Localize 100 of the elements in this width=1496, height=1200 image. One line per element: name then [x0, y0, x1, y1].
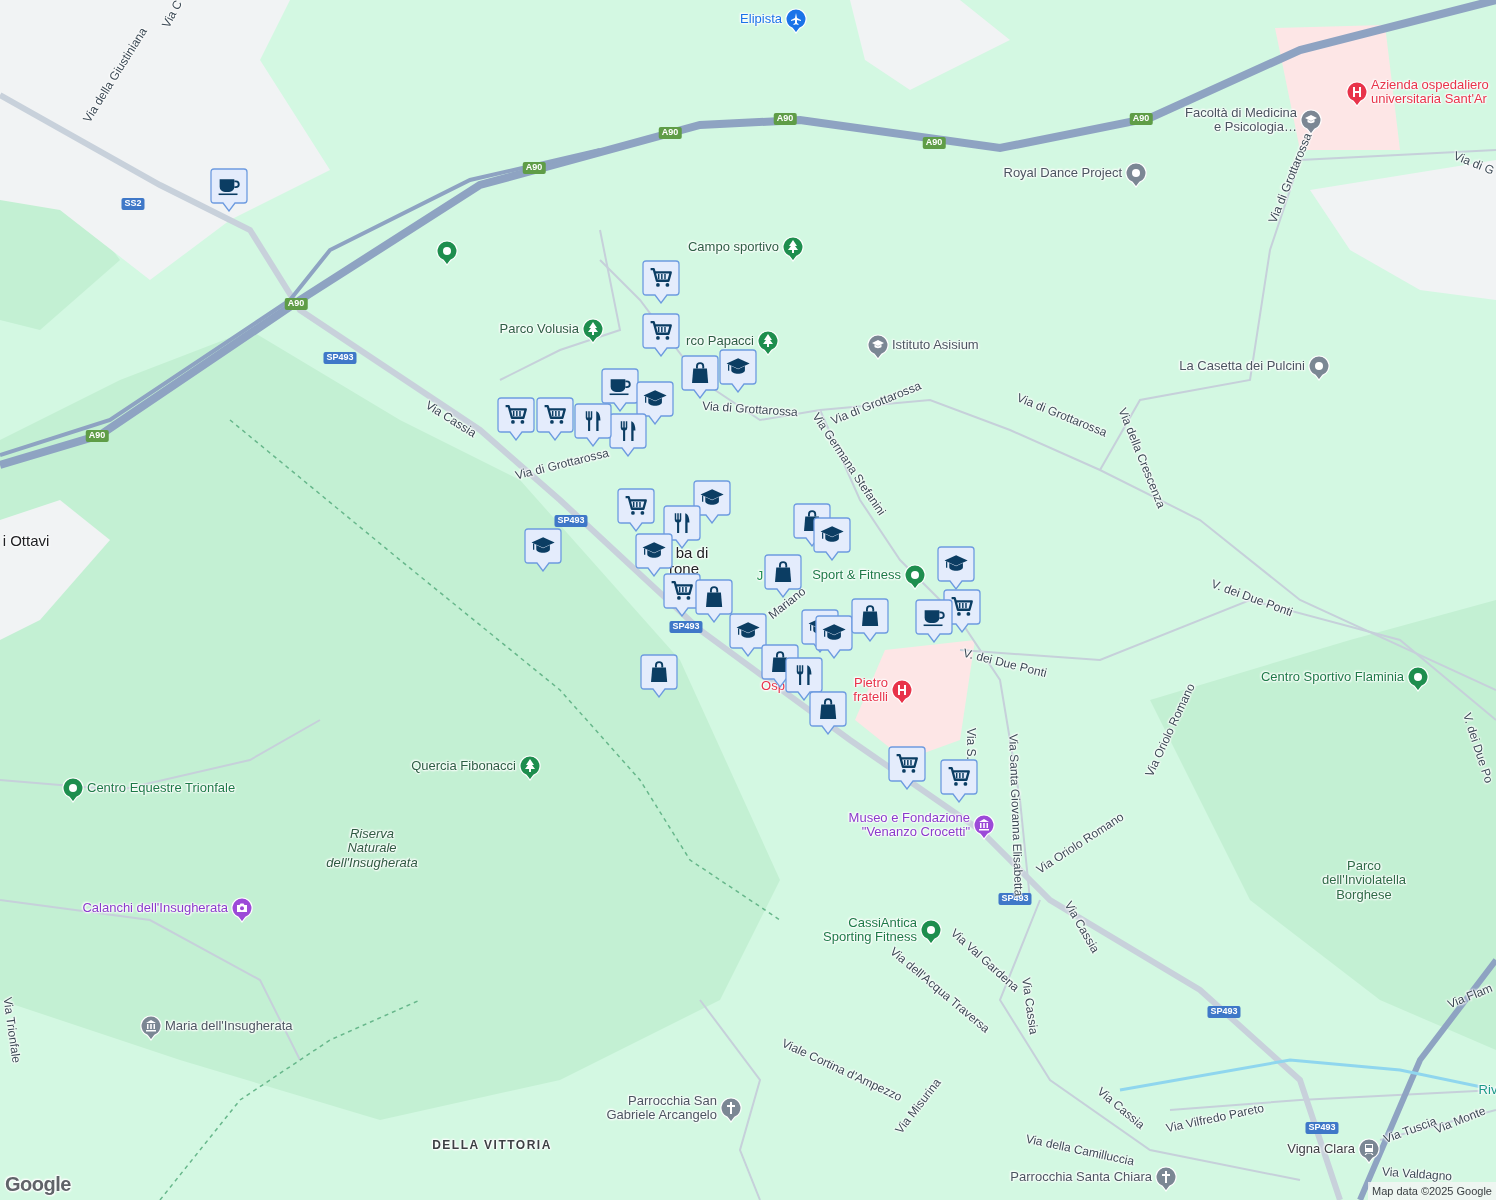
school-marker[interactable]: [813, 517, 851, 561]
dot-pin-icon[interactable]: [920, 919, 942, 945]
place-label: Parrocchia San Gabriele Arcangelo: [606, 1093, 717, 1123]
shopping-bag-marker[interactable]: [695, 579, 733, 623]
shopping-cart-marker[interactable]: [940, 759, 978, 803]
cross-pin-icon[interactable]: [1155, 1166, 1177, 1192]
place-label: Centro Sportivo Flaminia: [1260, 669, 1404, 685]
graduation-cap-icon: [643, 390, 667, 406]
shopping-cart-marker[interactable]: [617, 488, 655, 532]
place-label: CassiAntica Sporting Fitness: [823, 915, 917, 945]
tree-pin-icon[interactable]: [757, 330, 779, 356]
area-label: i Ottavi: [2, 532, 50, 550]
road-shield: SP493: [554, 515, 588, 527]
shopping-cart-marker[interactable]: [888, 746, 926, 790]
graduation-cap-pin-icon[interactable]: [867, 334, 889, 360]
street-label: V. dei Due Po: [1461, 711, 1495, 785]
place-label: Parco Volusia: [499, 321, 579, 337]
school-marker[interactable]: [729, 613, 767, 657]
hospital-pin-icon[interactable]: [891, 679, 913, 705]
road-shield: A90: [773, 113, 797, 125]
street-label: Via C: [159, 0, 185, 30]
graduation-cap-icon: [736, 622, 760, 638]
graduation-cap-icon: [531, 537, 555, 553]
graduation-cap-icon: [642, 542, 666, 558]
shopping-bag-icon: [862, 605, 879, 627]
street-label: Via Flam: [1445, 981, 1495, 1011]
street-label: Via Vilfredo Pareto: [1165, 1101, 1265, 1135]
shopping-bag-icon: [706, 586, 723, 608]
restaurant-marker[interactable]: [609, 413, 647, 457]
dot-pin-icon[interactable]: [1125, 162, 1147, 188]
tree-pin-icon[interactable]: [782, 236, 804, 262]
cross-pin-icon[interactable]: [720, 1097, 742, 1123]
street-label: V. dei Due Ponti: [962, 646, 1048, 680]
shopping-cart-marker[interactable]: [642, 260, 680, 304]
place-label: Calanchi dell'Insugherata: [82, 900, 228, 916]
area-label: Riserva Naturale dell'Insugherata: [326, 826, 418, 870]
road-shield: A90: [922, 137, 946, 149]
place-label: Centro Equestre Trionfale: [87, 780, 236, 796]
google-logo[interactable]: Google: [5, 1169, 71, 1199]
road-shield: A90: [522, 162, 546, 174]
street-label: Via di Grottarossa: [701, 399, 799, 419]
place-label: Sport & Fitness: [812, 567, 901, 583]
dot-pin-icon[interactable]: [62, 777, 84, 803]
road-shield: A90: [85, 430, 109, 442]
tree-pin-icon[interactable]: [582, 318, 604, 344]
graduation-cap-icon: [700, 489, 724, 505]
dot-pin-icon[interactable]: [1308, 355, 1330, 381]
place-label: Pietro fratelli: [853, 675, 888, 705]
coffee-cup-icon: [218, 179, 240, 196]
shopping-cart-icon: [650, 321, 672, 340]
shopping-cart-marker[interactable]: [642, 313, 680, 357]
road-shield: A90: [284, 298, 308, 310]
fork-knife-icon: [674, 513, 690, 534]
shopping-bag-marker[interactable]: [851, 598, 889, 642]
shopping-cart-icon: [544, 405, 566, 424]
dot-pin-icon[interactable]: [904, 564, 926, 590]
shopping-cart-icon: [625, 496, 647, 515]
place-label: Campo sportivo: [687, 239, 779, 255]
shopping-bag-marker[interactable]: [681, 355, 719, 399]
tree-pin-icon[interactable]: [519, 755, 541, 781]
shopping-cart-icon: [671, 581, 693, 600]
place-label: Quercia Fibonacci: [411, 758, 516, 774]
graduation-cap-icon: [944, 555, 968, 571]
place-label: Vigna Clara: [1287, 1141, 1355, 1157]
school-marker[interactable]: [937, 546, 975, 590]
plane-pin-icon[interactable]: [785, 8, 807, 34]
coffee-cup-icon: [609, 379, 631, 396]
shopping-cart-icon: [650, 268, 672, 287]
dot-pin-icon[interactable]: [436, 240, 458, 266]
museum-pin-icon[interactable]: [140, 1015, 162, 1041]
fork-knife-icon: [620, 421, 636, 442]
shopping-bag-marker[interactable]: [809, 691, 847, 735]
school-marker[interactable]: [524, 528, 562, 572]
road-shield: SS2: [121, 198, 145, 210]
place-label: La Casetta dei Pulcini: [1179, 358, 1305, 374]
school-marker[interactable]: [636, 381, 674, 425]
area-label: J: [756, 568, 764, 584]
street-label: V. dei Due Ponti: [1209, 577, 1295, 619]
dot-pin-icon[interactable]: [1407, 666, 1429, 692]
school-marker[interactable]: [719, 349, 757, 393]
cafe-marker[interactable]: [915, 599, 953, 643]
cafe-marker[interactable]: [210, 168, 248, 212]
street-label: Via di G: [1452, 149, 1496, 177]
road-shield: SP493: [1207, 1006, 1241, 1018]
shopping-cart-marker[interactable]: [536, 397, 574, 441]
place-label: Museo e Fondazione "Venanzo Crocetti": [848, 810, 970, 840]
restaurant-marker[interactable]: [785, 657, 823, 701]
museum-pin-icon[interactable]: [973, 814, 995, 840]
train-pin-icon[interactable]: [1358, 1138, 1380, 1164]
restaurant-marker[interactable]: [663, 505, 701, 549]
road-shield: SP493: [323, 352, 357, 364]
shopping-cart-marker[interactable]: [497, 397, 535, 441]
camera-pin-icon[interactable]: [231, 897, 253, 923]
shopping-bag-marker[interactable]: [640, 654, 678, 698]
restaurant-marker[interactable]: [574, 403, 612, 447]
hospital-pin-icon[interactable]: [1346, 81, 1368, 107]
graduation-cap-pin-icon[interactable]: [1300, 109, 1322, 135]
road-shield: A90: [658, 127, 682, 139]
area-label: rone: [669, 560, 699, 578]
shopping-cart-icon: [948, 767, 970, 786]
